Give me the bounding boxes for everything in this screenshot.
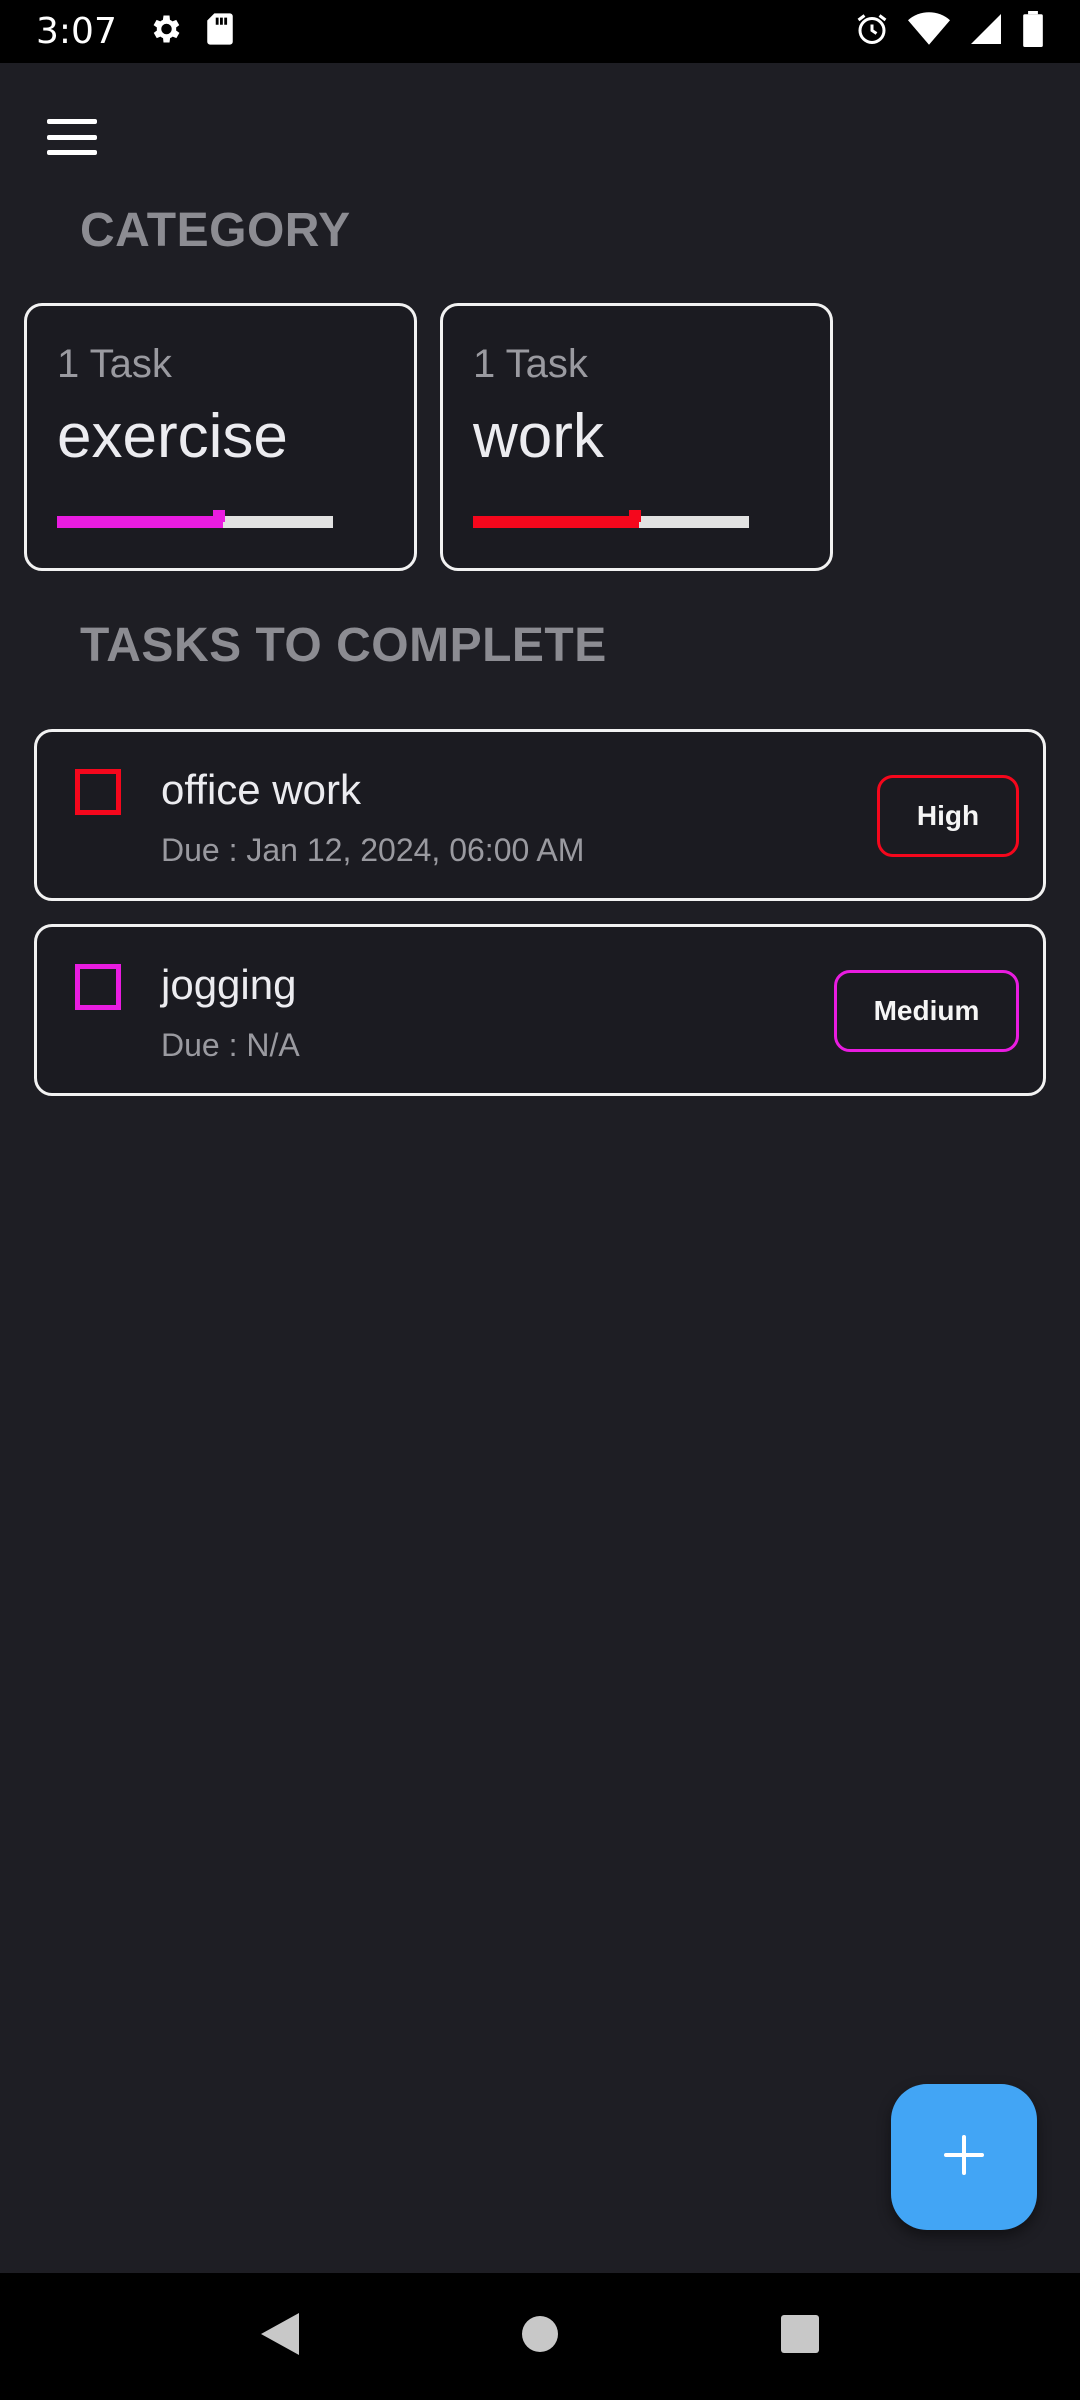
home-icon <box>521 2315 559 2358</box>
status-time: 3:07 <box>36 11 117 52</box>
add-task-button[interactable] <box>891 2084 1037 2230</box>
nav-home-button[interactable] <box>495 2292 585 2382</box>
category-card-work[interactable]: 1 Task work <box>440 303 833 571</box>
task-checkbox[interactable] <box>75 769 121 815</box>
recents-icon <box>780 2314 820 2359</box>
task-title: jogging <box>161 961 297 1008</box>
category-progress-bar <box>473 510 749 528</box>
category-progress-marker <box>213 510 225 522</box>
signal-icon <box>968 11 1004 52</box>
category-heading: CATEGORY <box>80 204 351 257</box>
task-checkbox[interactable] <box>75 964 121 1010</box>
wifi-icon <box>908 11 950 52</box>
system-navigation-bar <box>0 2273 1080 2400</box>
priority-badge-high[interactable]: High <box>877 775 1019 857</box>
alarm-icon <box>854 11 890 52</box>
status-bar: 3:07 <box>0 0 1080 63</box>
category-progress-fill <box>57 516 223 528</box>
battery-icon <box>1022 11 1044 52</box>
gear-icon <box>147 11 183 52</box>
nav-recents-button[interactable] <box>755 2292 845 2382</box>
category-name: work <box>473 402 604 471</box>
back-icon <box>259 2311 301 2362</box>
category-name: exercise <box>57 402 288 471</box>
menu-button[interactable] <box>36 101 108 173</box>
nav-back-button[interactable] <box>235 2292 325 2382</box>
category-progress-marker <box>629 510 641 522</box>
category-task-count: 1 Task <box>473 342 588 386</box>
category-progress-bar <box>57 510 333 528</box>
plus-icon <box>942 2133 986 2182</box>
app-content: CATEGORY 1 Task exercise 1 Task work TAS… <box>0 63 1080 2273</box>
task-due-date: Due : Jan 12, 2024, 06:00 AM <box>161 832 585 868</box>
task-card-jogging[interactable]: jogging Due : N/A Medium <box>34 924 1046 1096</box>
category-card-exercise[interactable]: 1 Task exercise <box>24 303 417 571</box>
task-card-office-work[interactable]: office work Due : Jan 12, 2024, 06:00 AM… <box>34 729 1046 901</box>
priority-badge-medium[interactable]: Medium <box>834 970 1019 1052</box>
category-task-count: 1 Task <box>57 342 172 386</box>
category-progress-fill <box>473 516 639 528</box>
sd-card-icon <box>205 12 235 51</box>
task-title: office work <box>161 766 361 813</box>
tasks-heading: TASKS TO COMPLETE <box>80 619 607 672</box>
task-due-date: Due : N/A <box>161 1027 300 1063</box>
menu-icon <box>47 119 97 155</box>
